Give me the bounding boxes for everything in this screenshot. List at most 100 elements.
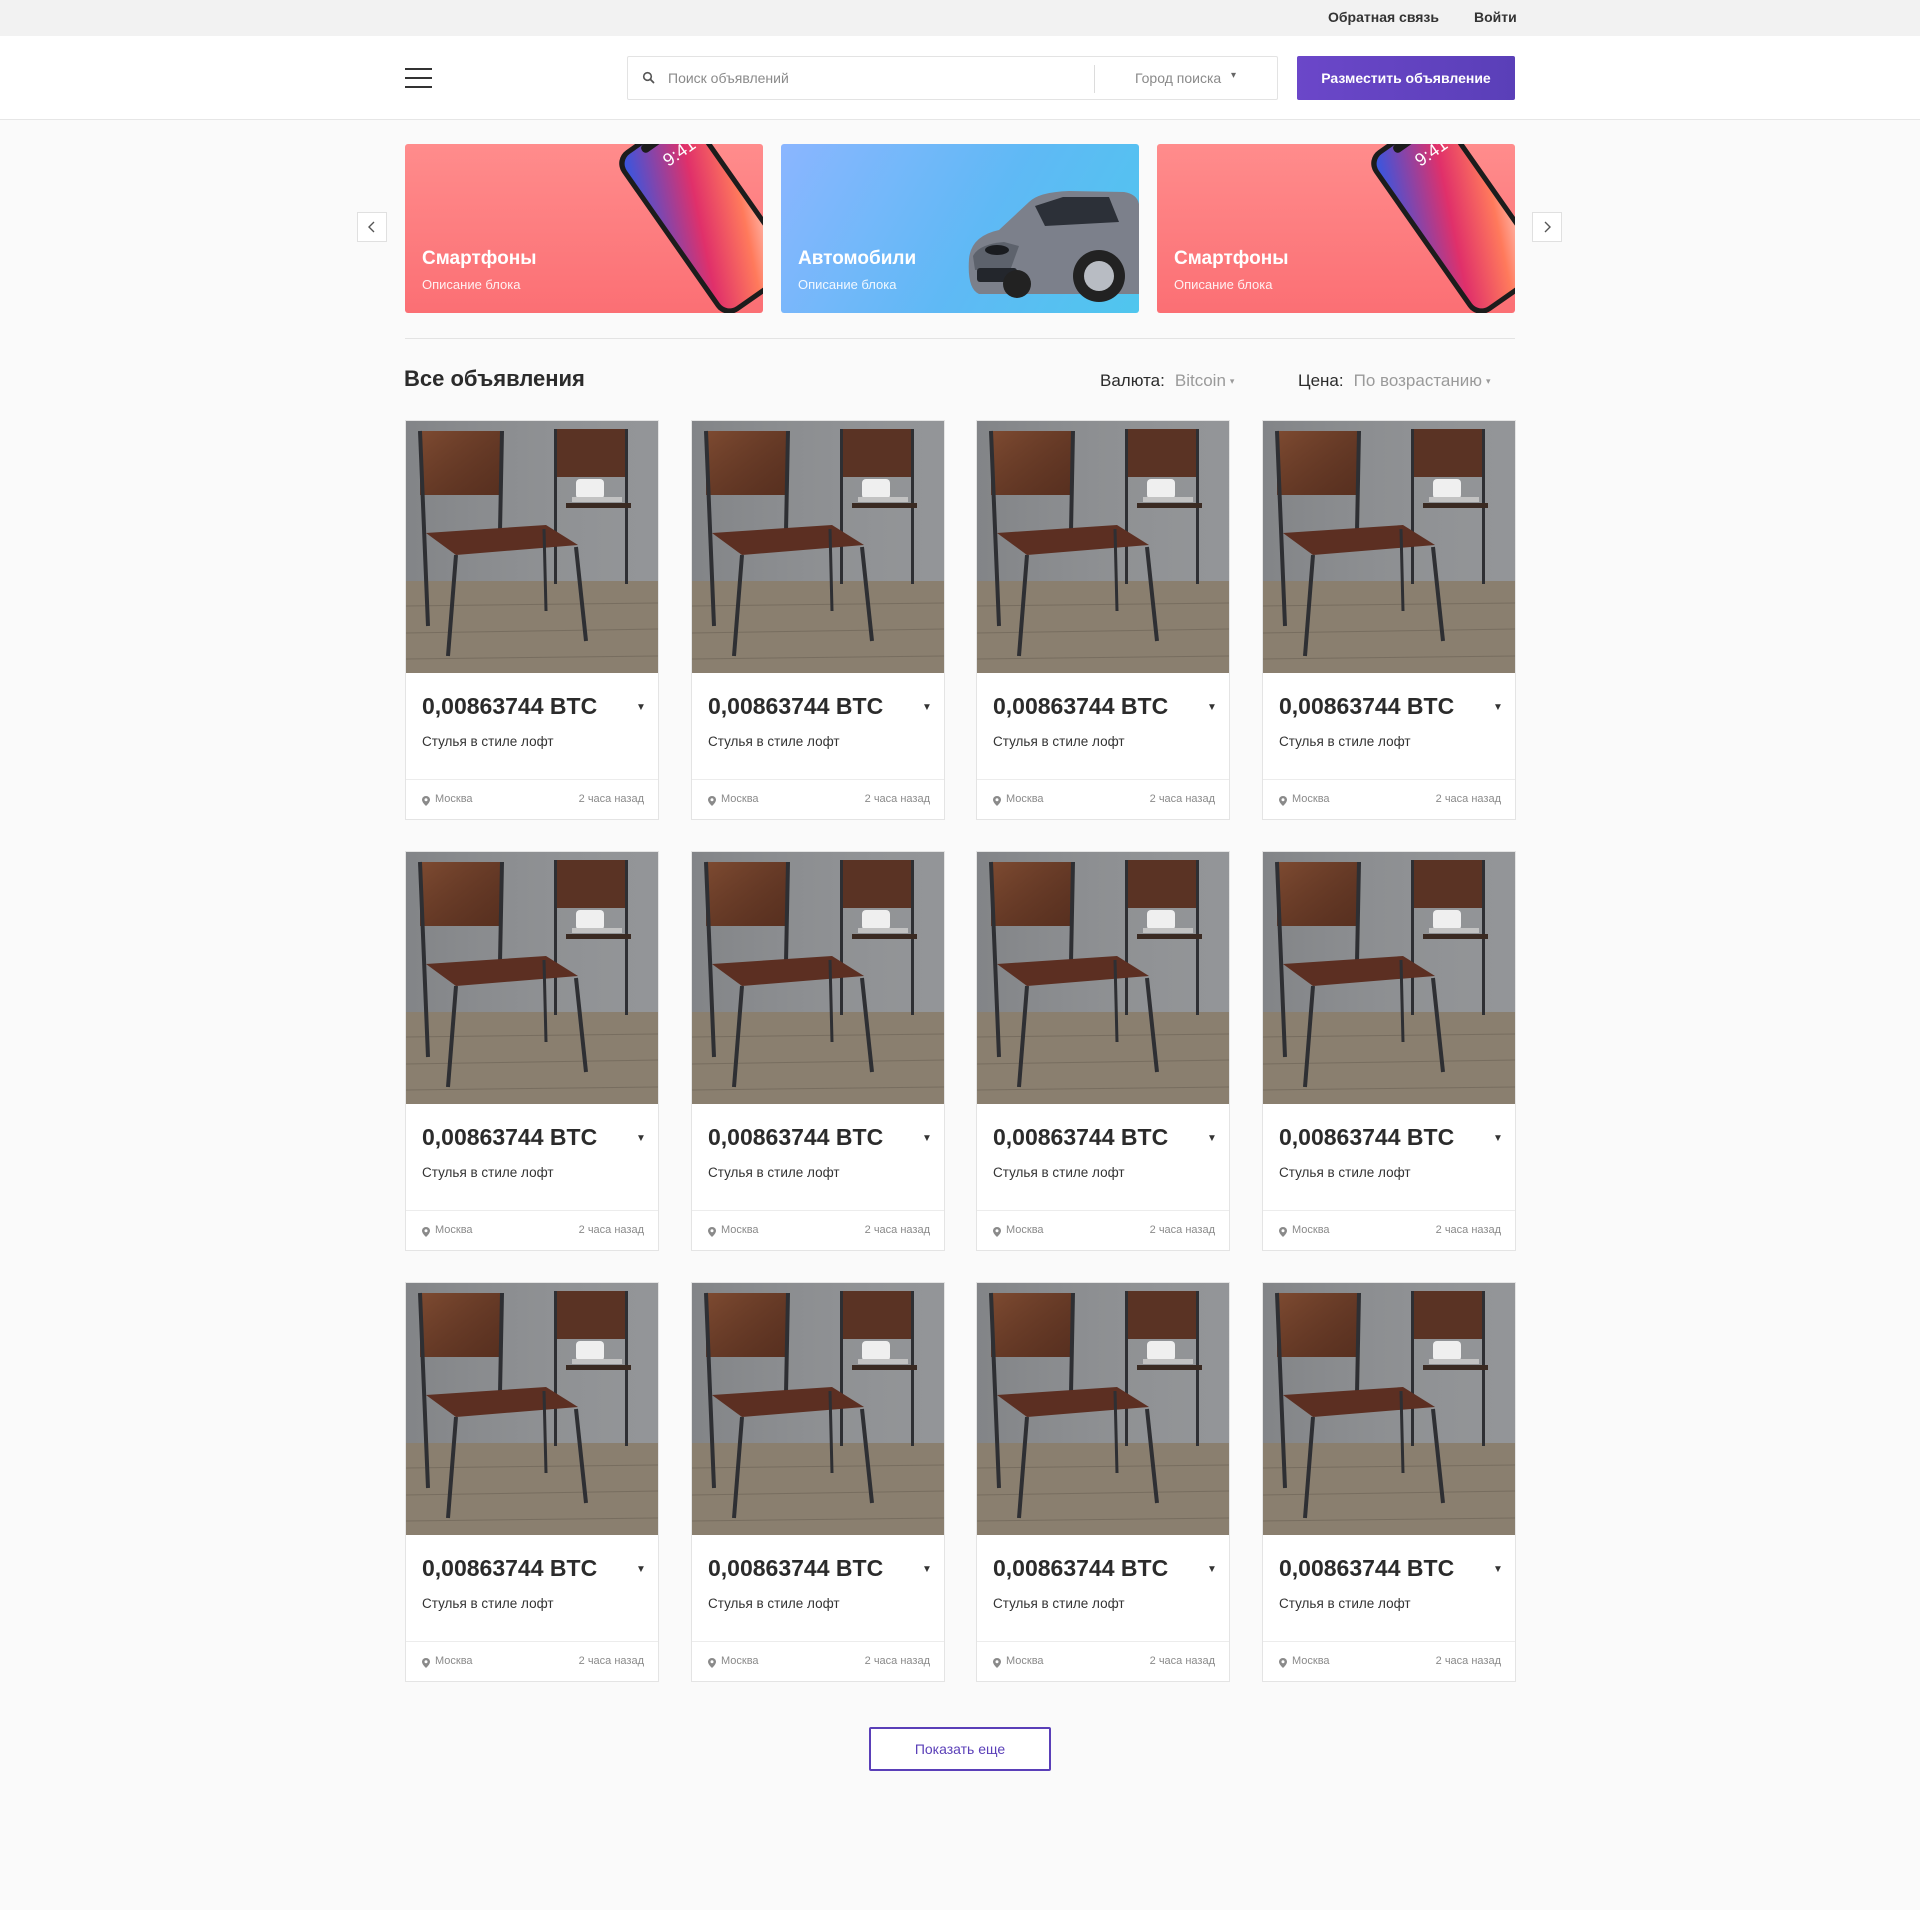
- banner-description: Описание блока: [1174, 277, 1273, 292]
- card-divider: [977, 1210, 1229, 1211]
- ad-price: 0,00863744 BTC: [993, 693, 1169, 719]
- ad-time: 2 часа назад: [1435, 1224, 1501, 1236]
- carousel-next-button[interactable]: [1532, 212, 1562, 242]
- ad-card[interactable]: 0,00863744 BTC ▼ Стулья в стиле лофт Мос…: [1262, 1282, 1516, 1682]
- caret-down-icon[interactable]: ▼: [922, 702, 932, 713]
- ad-location: Москва: [1292, 1224, 1330, 1236]
- ad-title: Стулья в стиле лофт: [993, 734, 1125, 749]
- ad-card[interactable]: 0,00863744 BTC ▼ Стулья в стиле лофт Мос…: [691, 420, 945, 820]
- map-pin-icon: [993, 1227, 1001, 1237]
- ad-location: Москва: [1006, 1655, 1044, 1667]
- search-input[interactable]: [668, 58, 1108, 98]
- ad-price: 0,00863744 BTC: [708, 1124, 884, 1150]
- show-more-button[interactable]: Показать еще: [869, 1727, 1051, 1771]
- chair-photo: [1263, 852, 1515, 1104]
- map-pin-icon: [993, 796, 1001, 806]
- ad-card[interactable]: 0,00863744 BTC ▼ Стулья в стиле лофт Мос…: [976, 851, 1230, 1251]
- caret-down-icon[interactable]: ▼: [636, 702, 646, 713]
- ad-card[interactable]: 0,00863744 BTC ▼ Стулья в стиле лофт Мос…: [691, 851, 945, 1251]
- chair-photo: [406, 421, 658, 673]
- ad-time: 2 часа назад: [1149, 1224, 1215, 1236]
- search-bar: Город поиска ▾: [627, 56, 1278, 100]
- card-divider: [1263, 1210, 1515, 1211]
- caret-down-icon[interactable]: ▼: [1207, 1564, 1217, 1575]
- banner-smartphones-2[interactable]: 9:41 Смартфоны Описание блока: [1157, 144, 1515, 313]
- carousel-prev-button[interactable]: [357, 212, 387, 242]
- caret-down-icon: ▾: [1231, 70, 1237, 81]
- ad-price: 0,00863744 BTC: [708, 1555, 884, 1581]
- chair-photo: [977, 1283, 1229, 1535]
- ad-location: Москва: [721, 793, 759, 805]
- ad-location: Москва: [435, 1224, 473, 1236]
- ad-card[interactable]: 0,00863744 BTC ▼ Стулья в стиле лофт Мос…: [405, 1282, 659, 1682]
- currency-filter[interactable]: Валюта: Bitcoin ▾: [1100, 371, 1234, 391]
- ad-price: 0,00863744 BTC: [1279, 1124, 1455, 1150]
- top-bar: Обратная связь Войти: [0, 0, 1920, 36]
- card-divider: [1263, 1641, 1515, 1642]
- city-select-label: Город поиска: [1135, 70, 1222, 86]
- city-select[interactable]: Город поиска ▾: [1095, 57, 1278, 99]
- caret-down-icon[interactable]: ▼: [922, 1133, 932, 1144]
- ad-card[interactable]: 0,00863744 BTC ▼ Стулья в стиле лофт Мос…: [976, 420, 1230, 820]
- card-divider: [692, 779, 944, 780]
- ad-time: 2 часа назад: [1149, 793, 1215, 805]
- feedback-link[interactable]: Обратная связь: [1328, 9, 1439, 25]
- chair-photo: [1263, 421, 1515, 673]
- banner-description: Описание блока: [422, 277, 521, 292]
- chevron-left-icon: [368, 221, 375, 233]
- ad-card[interactable]: 0,00863744 BTC ▼ Стулья в стиле лофт Мос…: [405, 851, 659, 1251]
- ad-time: 2 часа назад: [578, 1224, 644, 1236]
- chair-photo: [977, 421, 1229, 673]
- caret-down-icon[interactable]: ▼: [1493, 702, 1503, 713]
- banner-cars[interactable]: Автомобили Описание блока: [781, 144, 1139, 313]
- chair-photo: [977, 852, 1229, 1104]
- banner-smartphones[interactable]: 9:41 Смартфоны Описание блока: [405, 144, 763, 313]
- ad-location: Москва: [1292, 793, 1330, 805]
- ad-title: Стулья в стиле лофт: [422, 1165, 554, 1180]
- ad-time: 2 часа назад: [578, 1655, 644, 1667]
- search-icon: [642, 71, 655, 84]
- chair-photo: [406, 1283, 658, 1535]
- caret-down-icon[interactable]: ▼: [636, 1133, 646, 1144]
- ad-card[interactable]: 0,00863744 BTC ▼ Стулья в стиле лофт Мос…: [976, 1282, 1230, 1682]
- price-sort-filter[interactable]: Цена: По возрастанию ▾: [1298, 371, 1491, 391]
- ad-title: Стулья в стиле лофт: [1279, 734, 1411, 749]
- ad-price: 0,00863744 BTC: [422, 1555, 598, 1581]
- ad-title: Стулья в стиле лофт: [1279, 1165, 1411, 1180]
- caret-down-icon[interactable]: ▼: [1207, 702, 1217, 713]
- ad-time: 2 часа назад: [864, 793, 930, 805]
- card-divider: [406, 1210, 658, 1211]
- ad-title: Стулья в стиле лофт: [993, 1596, 1125, 1611]
- ad-card[interactable]: 0,00863744 BTC ▼ Стулья в стиле лофт Мос…: [691, 1282, 945, 1682]
- smartphone-image: 9:41: [619, 144, 763, 313]
- ad-title: Стулья в стиле лофт: [708, 734, 840, 749]
- chevron-right-icon: [1544, 221, 1551, 233]
- ad-card[interactable]: 0,00863744 BTC ▼ Стулья в стиле лофт Мос…: [1262, 420, 1516, 820]
- ad-time: 2 часа назад: [864, 1655, 930, 1667]
- ad-title: Стулья в стиле лофт: [1279, 1596, 1411, 1611]
- ad-title: Стулья в стиле лофт: [422, 734, 554, 749]
- ad-price: 0,00863744 BTC: [422, 693, 598, 719]
- ad-card[interactable]: 0,00863744 BTC ▼ Стулья в стиле лофт Мос…: [405, 420, 659, 820]
- card-divider: [692, 1641, 944, 1642]
- caret-down-icon[interactable]: ▼: [1493, 1564, 1503, 1575]
- login-link[interactable]: Войти: [1474, 9, 1517, 25]
- ad-card[interactable]: 0,00863744 BTC ▼ Стулья в стиле лофт Мос…: [1262, 851, 1516, 1251]
- ad-time: 2 часа назад: [1435, 793, 1501, 805]
- caret-down-icon[interactable]: ▼: [1493, 1133, 1503, 1144]
- divider: [405, 338, 1515, 339]
- hamburger-menu-icon[interactable]: [405, 68, 432, 88]
- caret-down-icon[interactable]: ▼: [922, 1564, 932, 1575]
- ad-title: Стулья в стиле лофт: [708, 1596, 840, 1611]
- caret-down-icon[interactable]: ▼: [636, 1564, 646, 1575]
- caret-down-icon[interactable]: ▼: [1207, 1133, 1217, 1144]
- ad-title: Стулья в стиле лофт: [422, 1596, 554, 1611]
- ad-price: 0,00863744 BTC: [1279, 1555, 1455, 1581]
- post-ad-button[interactable]: Разместить объявление: [1297, 56, 1515, 100]
- map-pin-icon: [1279, 1658, 1287, 1668]
- ad-price: 0,00863744 BTC: [708, 693, 884, 719]
- chair-photo: [692, 852, 944, 1104]
- chair-photo: [1263, 1283, 1515, 1535]
- banner-description: Описание блока: [798, 277, 897, 292]
- card-divider: [977, 779, 1229, 780]
